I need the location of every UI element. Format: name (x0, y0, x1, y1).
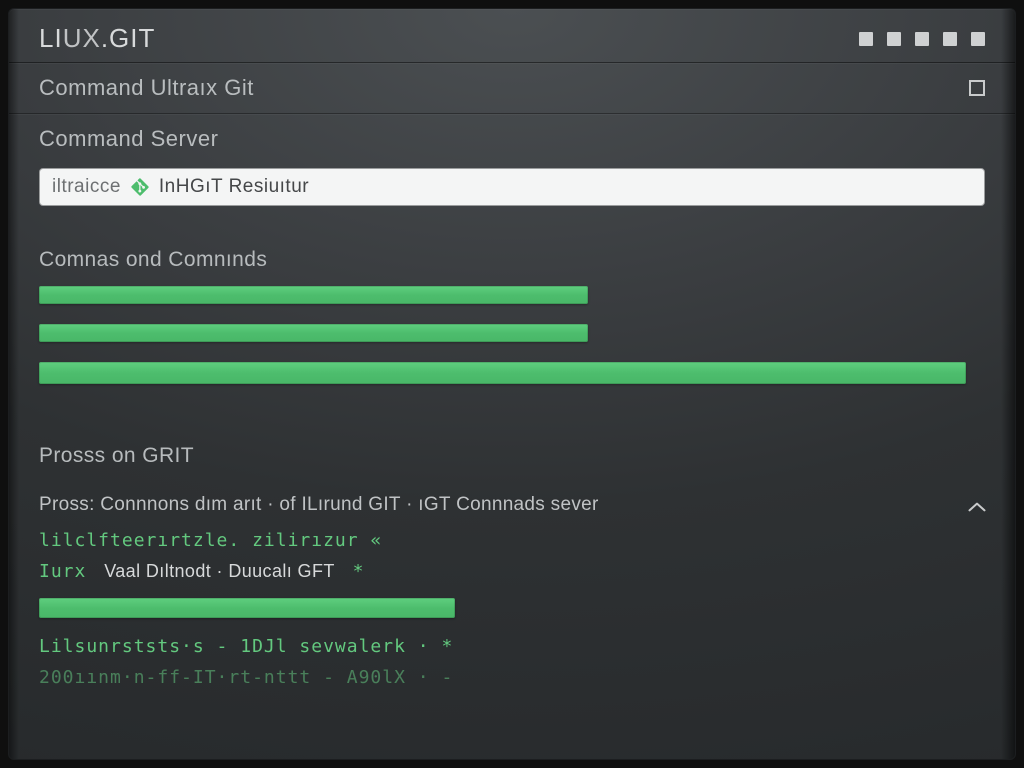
terminal-line-1-text: lilclfteerırtzle. zilirızur « (39, 530, 382, 551)
window-button-1[interactable] (859, 32, 873, 46)
window-button-3[interactable] (915, 32, 929, 46)
process-heading: Prosss on GRIT (39, 444, 985, 468)
terminal-line-3: Lilsunrststs·s - 1DJl sevwalerk · * (39, 636, 985, 657)
progress-bar-2 (39, 324, 985, 342)
progress-bar-1 (39, 286, 985, 304)
app-window: LIUX.GIT Command Ultraıx Git Command Ser… (8, 8, 1016, 760)
process-progress-wrap (39, 592, 985, 630)
process-summary-text: Pross: Connnons dım arıt · of ILırund GI… (39, 494, 599, 516)
terminal-line-4-text: 200ıınm·n-ff-IT·rt-nttt - A90lX · - (39, 667, 453, 688)
window-controls (859, 32, 985, 46)
git-icon (131, 178, 149, 196)
window-button-5[interactable] (971, 32, 985, 46)
terminal-line-2: Iurx Vaal Dıltnodt · Duucalı GFT * (39, 561, 985, 582)
commands-section: Comnas ond Comnınds (9, 224, 1015, 414)
command-input-prefix: iltraicce (52, 176, 121, 198)
section-command-server-label: Command Server (39, 126, 218, 152)
title-seg-3: GIT (109, 23, 155, 53)
terminal-line-2-mid: Vaal Dıltnodt · Duucalı GFT (104, 561, 335, 581)
close-icon[interactable] (969, 80, 985, 96)
terminal-line-4: 200ıınm·n-ff-IT·rt-nttt - A90lX · - (39, 667, 985, 688)
title-seg-2: UX (63, 23, 101, 53)
progress-bar-2-fill (39, 324, 588, 342)
process-progress-bar (39, 598, 455, 618)
command-input[interactable]: iltraicce InHGıT Resiuıtur (39, 168, 985, 206)
section-command-git-label: Command Ultraıx Git (39, 75, 254, 101)
app-title: LIUX.GIT (39, 23, 155, 54)
command-input-text: InHGıT Resiuıtur (159, 176, 309, 198)
command-input-wrap: iltraicce InHGıT Resiuıtur (9, 164, 1015, 224)
titlebar: LIUX.GIT (9, 9, 1015, 62)
progress-bar-3-fill (39, 362, 966, 384)
process-section: Prosss on GRIT Pross: Connnons dım arıt … (9, 414, 1015, 688)
section-command-server: Command Server (9, 113, 1015, 164)
terminal-line-1: lilclfteerırtzle. zilirızur « (39, 530, 985, 551)
progress-bar-1-fill (39, 286, 588, 304)
terminal-line-3-text: Lilsunrststs·s - 1DJl sevwalerk · * (39, 636, 453, 657)
section-command-git: Command Ultraıx Git (9, 62, 1015, 113)
commands-heading: Comnas ond Comnınds (39, 248, 985, 272)
window-button-4[interactable] (943, 32, 957, 46)
window-button-2[interactable] (887, 32, 901, 46)
title-dot: . (101, 23, 109, 53)
chevron-up-icon[interactable] (967, 498, 985, 512)
terminal-line-2-prefix: Iurx (39, 561, 86, 582)
process-summary-line: Pross: Connnons dım arıt · of ILırund GI… (39, 494, 985, 516)
terminal-line-2-suffix: * (353, 561, 365, 582)
progress-bar-3 (39, 362, 985, 384)
title-seg-1: LI (39, 23, 63, 53)
